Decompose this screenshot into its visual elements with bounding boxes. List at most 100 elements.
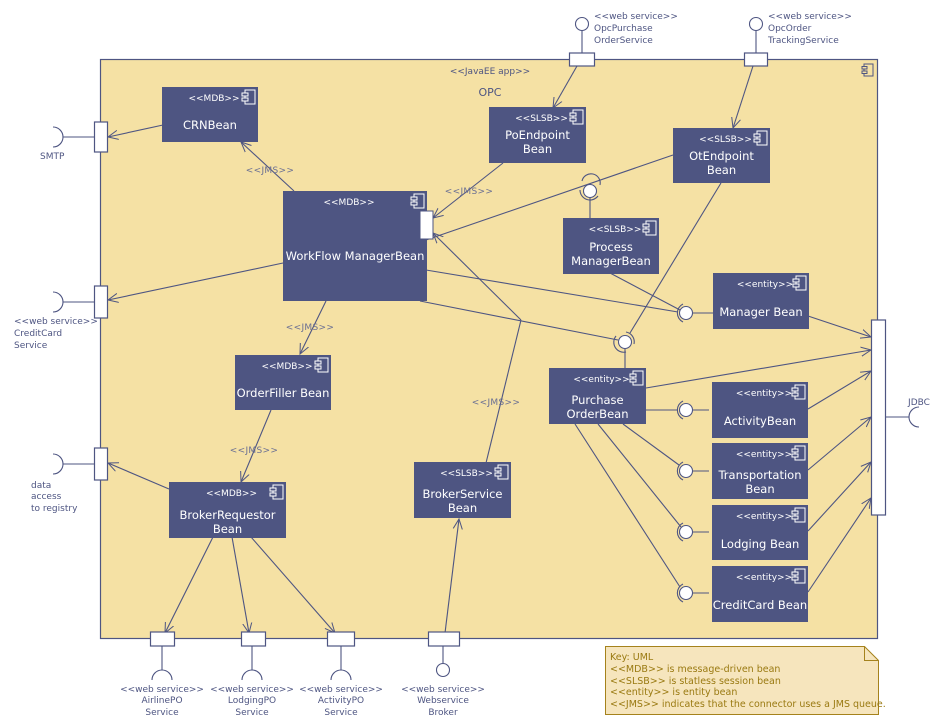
workflow-port[interactable] bbox=[419, 210, 434, 240]
component-diagram: <<JavaEE app>> OPC <<JMS>> <<JMS>> <<JMS… bbox=[14, 12, 930, 718]
bean-name: Process bbox=[589, 240, 633, 254]
port-opc-purchase[interactable] bbox=[568, 52, 596, 67]
svg-text:<<web service>>: <<web service>> bbox=[594, 12, 678, 22]
bean-stereotype: <<entity>> bbox=[736, 450, 792, 460]
jms-label-brokerservice: <<JMS>> bbox=[472, 398, 520, 408]
bean-name: ManagerBean bbox=[571, 254, 651, 268]
note-line: <<MDB>> is message-driven bean bbox=[610, 664, 780, 675]
bean-name: WorkFlow ManagerBean bbox=[286, 249, 425, 263]
port-airline-po[interactable] bbox=[149, 631, 176, 647]
interface-opc-purchase-icon bbox=[574, 16, 590, 32]
svg-text:ActivityPO: ActivityPO bbox=[318, 696, 364, 706]
bean-poendpoint[interactable]: <<SLSB>> PoEndpointBean bbox=[489, 107, 586, 163]
svg-text:AirlinePO: AirlinePO bbox=[141, 696, 182, 706]
label-opc-ordertracking: <<web service>> OpcOrder TrackingService bbox=[767, 12, 852, 46]
svg-text:Service: Service bbox=[235, 708, 269, 718]
bean-name: Transportation bbox=[717, 468, 801, 482]
bean-name: OrderBean bbox=[567, 407, 629, 421]
svg-text:OrderService: OrderService bbox=[594, 36, 653, 46]
svg-text:Service: Service bbox=[324, 708, 358, 718]
label-opc-purchase: <<web service>> OpcPurchase OrderService bbox=[594, 12, 678, 46]
port-registry[interactable] bbox=[93, 447, 109, 481]
jms-label-crn: <<JMS>> bbox=[246, 166, 294, 176]
label-registry: data access to registry bbox=[31, 481, 78, 514]
bean-name: CreditCard Bean bbox=[713, 598, 807, 612]
svg-text:<<web service>>: <<web service>> bbox=[120, 685, 204, 695]
bean-name: OtEndpoint bbox=[689, 149, 754, 163]
bean-stereotype: <<MDB>> bbox=[188, 94, 239, 104]
bean-stereotype: <<entity>> bbox=[736, 389, 792, 399]
port-lodging-po[interactable] bbox=[240, 631, 267, 647]
bean-name: BrokerService bbox=[423, 487, 503, 501]
svg-text:<<web service>>: <<web service>> bbox=[401, 685, 485, 695]
svg-text:Service: Service bbox=[14, 341, 48, 351]
bean-otendpoint[interactable]: <<SLSB>> OtEndpointBean bbox=[673, 128, 770, 183]
svg-text:OpcPurchase: OpcPurchase bbox=[594, 24, 653, 34]
note-line: <<SLSB>> is statless session bean bbox=[610, 676, 781, 687]
bean-stereotype: <<MDB>> bbox=[206, 489, 257, 499]
port-webservice-broker[interactable] bbox=[427, 631, 461, 647]
bean-name: Bean bbox=[213, 522, 242, 536]
bean-stereotype: <<MDB>> bbox=[323, 198, 374, 208]
jms-label-orderfiller: <<JMS>> bbox=[286, 323, 334, 333]
bean-stereotype: <<SLSB>> bbox=[699, 135, 752, 145]
svg-text:Webservice: Webservice bbox=[417, 696, 469, 706]
label-smtp: SMTP bbox=[40, 152, 65, 162]
svg-text:data: data bbox=[31, 481, 51, 491]
bean-name: Bean bbox=[745, 482, 774, 496]
bean-brokerrequestor[interactable]: <<MDB>> BrokerRequestorBean bbox=[169, 482, 286, 538]
jms-label-brokerrequestor: <<JMS>> bbox=[230, 446, 278, 456]
bean-activity[interactable]: <<entity>> ActivityBean bbox=[712, 382, 808, 438]
bean-creditcard[interactable]: <<entity>> CreditCard Bean bbox=[712, 566, 808, 622]
required-interface-airline-icon bbox=[151, 669, 173, 681]
label-jdbc: JDBC bbox=[907, 398, 930, 408]
required-interface-registry-icon bbox=[52, 453, 64, 475]
key-note[interactable]: Key: UML <<MDB>> is message-driven bean … bbox=[605, 646, 886, 715]
svg-text:<<web service>>: <<web service>> bbox=[299, 685, 383, 695]
port-jdbc[interactable] bbox=[870, 319, 887, 516]
bean-transportation[interactable]: <<entity>> TransportationBean bbox=[712, 443, 808, 499]
bean-brokerservice[interactable]: <<SLSB>> BrokerServiceBean bbox=[414, 462, 511, 518]
bean-name: Manager Bean bbox=[719, 305, 802, 319]
bean-name: Bean bbox=[707, 163, 736, 177]
svg-text:TrackingService: TrackingService bbox=[767, 36, 839, 46]
bean-name: OrderFiller Bean bbox=[237, 386, 330, 400]
bean-name: BrokerRequestor bbox=[180, 508, 276, 522]
port-smtp[interactable] bbox=[93, 121, 109, 153]
bean-orderfiller[interactable]: <<MDB>> OrderFiller Bean bbox=[235, 355, 331, 410]
bean-workflow[interactable]: <<MDB>> WorkFlow ManagerBean bbox=[283, 191, 427, 301]
required-interface-jdbc-icon bbox=[908, 406, 920, 428]
bean-name: ActivityBean bbox=[724, 414, 796, 428]
note-line: <<entity>> is entity bean bbox=[610, 687, 737, 698]
interface-opc-ordertracking-icon bbox=[748, 16, 764, 32]
port-opc-ordertracking[interactable] bbox=[743, 52, 769, 67]
bean-stereotype: <<SLSB>> bbox=[440, 469, 493, 479]
bean-stereotype: <<MDB>> bbox=[261, 362, 312, 372]
bean-processmgr[interactable]: <<SLSB>> ProcessManagerBean bbox=[563, 218, 659, 274]
bean-stereotype: <<entity>> bbox=[573, 375, 629, 385]
label-webservice-broker: <<web service>> Webservice Broker bbox=[401, 685, 485, 718]
bean-crn[interactable]: <<MDB>> CRNBean bbox=[162, 87, 258, 142]
svg-text:<<web service>>: <<web service>> bbox=[768, 12, 852, 22]
bean-name: Bean bbox=[448, 501, 477, 515]
svg-text:to registry: to registry bbox=[31, 504, 78, 514]
svg-text:<<web service>>: <<web service>> bbox=[14, 317, 98, 327]
port-activity-po[interactable] bbox=[326, 631, 356, 647]
container-stereotype: <<JavaEE app>> bbox=[450, 67, 530, 77]
svg-text:CreditCard: CreditCard bbox=[14, 329, 62, 339]
bean-stereotype: <<SLSB>> bbox=[515, 114, 568, 124]
bean-manager[interactable]: <<entity>> Manager Bean bbox=[713, 273, 809, 329]
required-interface-lodging-icon bbox=[241, 669, 263, 681]
bean-name: PoEndpoint bbox=[505, 128, 570, 142]
svg-text:LodgingPO: LodgingPO bbox=[228, 696, 276, 706]
bean-name: Lodging Bean bbox=[721, 537, 800, 551]
port-creditcard-service[interactable] bbox=[93, 285, 109, 319]
label-airline-po: <<web service>> AirlinePO Service bbox=[120, 685, 204, 718]
bean-purchaseorder[interactable]: <<entity>> PurchaseOrderBean bbox=[549, 368, 646, 424]
label-creditcard-service: <<web service>> CreditCard Service bbox=[14, 317, 98, 351]
svg-text:<<web service>>: <<web service>> bbox=[210, 685, 294, 695]
required-interface-creditcard-icon bbox=[52, 291, 64, 313]
bean-stereotype: <<entity>> bbox=[736, 512, 792, 522]
label-lodging-po: <<web service>> LodgingPO Service bbox=[210, 685, 294, 718]
bean-lodging[interactable]: <<entity>> Lodging Bean bbox=[712, 505, 808, 560]
